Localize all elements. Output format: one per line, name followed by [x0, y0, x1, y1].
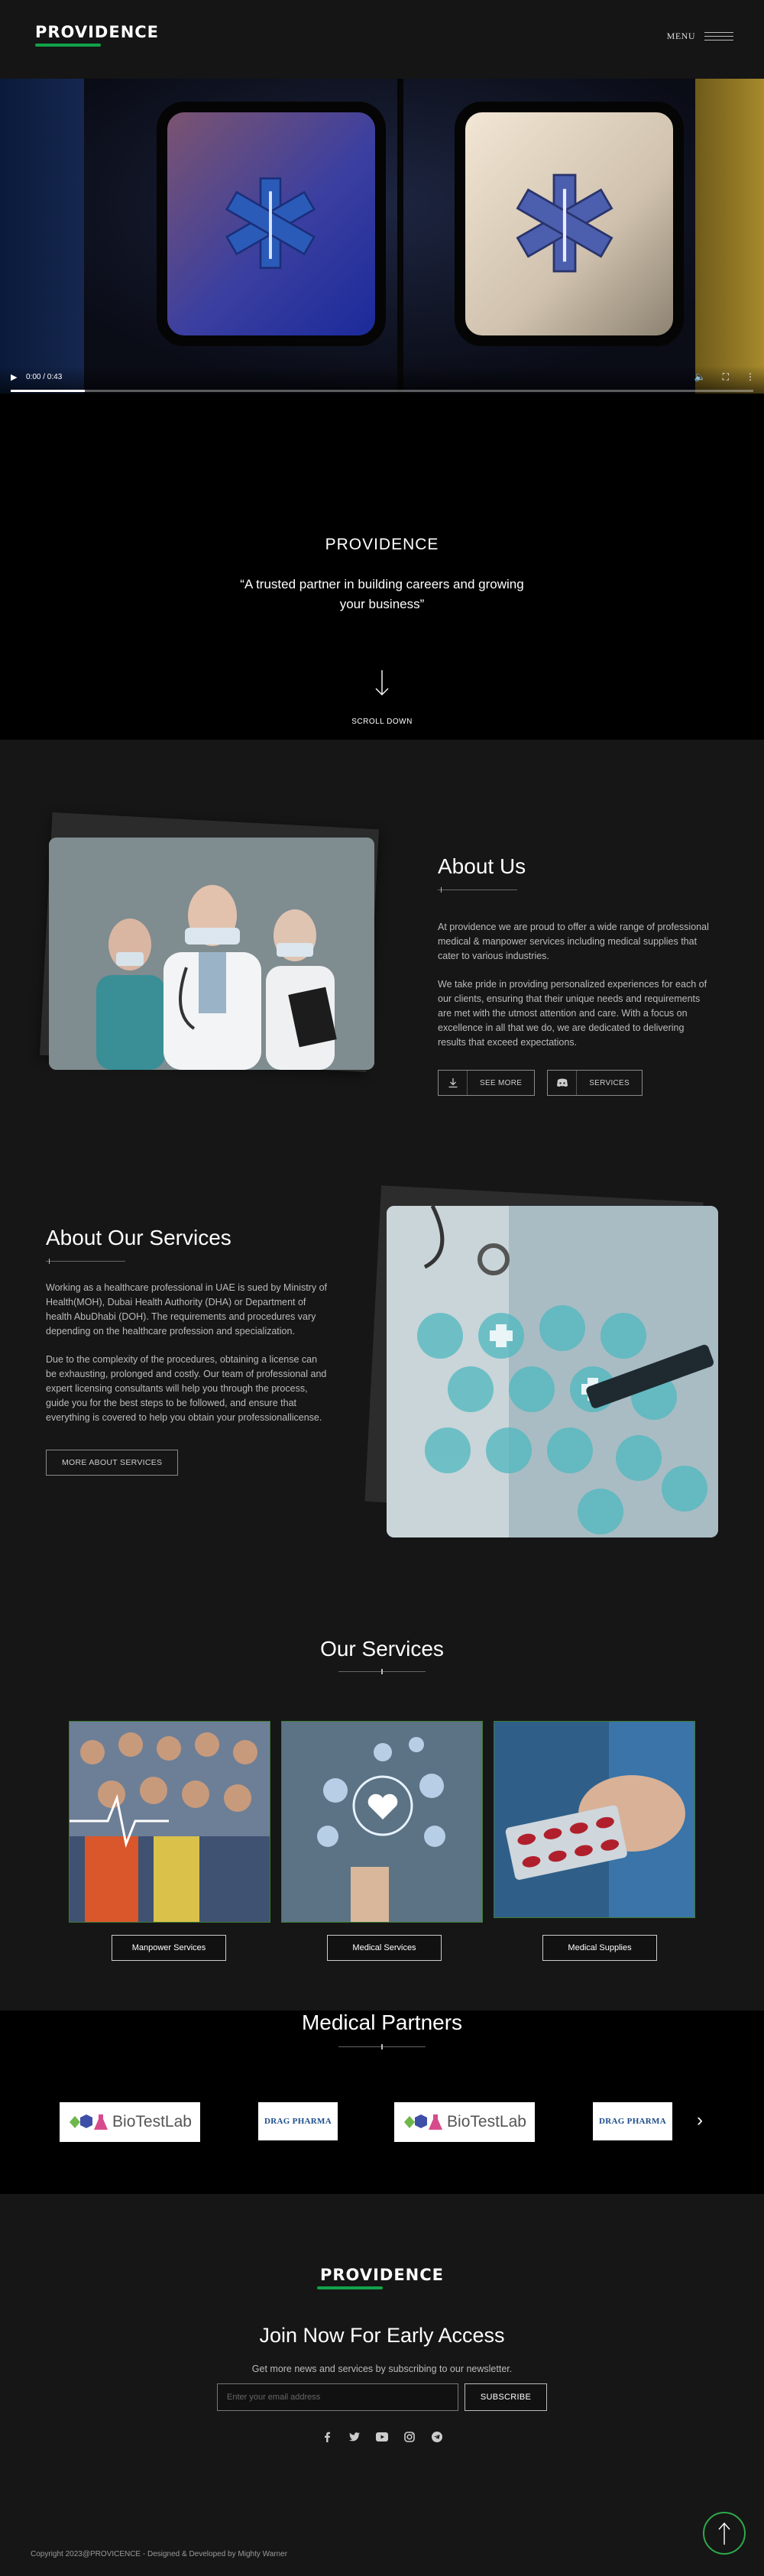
- footer-logo[interactable]: PROVIDENCE: [0, 2266, 764, 2289]
- arrow-down-icon[interactable]: [373, 670, 391, 696]
- title-divider: [46, 1259, 125, 1264]
- brand-underline: [317, 2286, 383, 2289]
- menu-label: MENU: [666, 31, 695, 41]
- drag-pharma-logo[interactable]: DRAG PHARMA: [258, 2102, 338, 2140]
- brand-underline: [35, 44, 101, 47]
- site-header: PROVIDENCE MENU: [0, 0, 764, 79]
- brand-logo[interactable]: PROVIDENCE: [35, 23, 159, 47]
- partner-name: BioTestLab: [447, 2113, 526, 2130]
- partners-section: Medical Partners BioTestLab DRAG PHARMA …: [0, 2011, 764, 2194]
- about-paragraph: At providence we are proud to offer a wi…: [438, 922, 709, 961]
- instagram-icon[interactable]: [403, 2431, 416, 2443]
- brand-name: PROVIDENCE: [35, 23, 160, 41]
- download-icon: [439, 1071, 468, 1095]
- about-section: About Us At providence we are proud to o…: [0, 740, 764, 1168]
- facebook-icon[interactable]: [321, 2431, 333, 2443]
- intro-quote: “A trusted partner in building careers a…: [240, 577, 524, 611]
- medical-supplies-card[interactable]: [494, 1721, 695, 1918]
- title-divider: [338, 2044, 426, 2049]
- medical-services-card[interactable]: [281, 1721, 483, 1923]
- fullscreen-icon[interactable]: ⛶: [723, 371, 729, 383]
- site-footer: PROVIDENCE Join Now For Early Access Get…: [0, 2194, 764, 2576]
- copyright-text: Copyright 2023@PROVICENCE - Designed & D…: [31, 2550, 288, 2558]
- subscribe-button[interactable]: SUBSCRIBE: [465, 2383, 547, 2411]
- twitter-icon[interactable]: [348, 2431, 361, 2443]
- more-about-services-button[interactable]: MORE ABOUT SERVICES: [46, 1450, 179, 1476]
- medical-icons-image: [387, 1206, 718, 1537]
- video-progress-fill: [11, 390, 86, 392]
- services-button[interactable]: SERVICES: [547, 1070, 643, 1096]
- medical-services-button[interactable]: Medical Services: [327, 1935, 442, 1961]
- scroll-down-link[interactable]: SCROLL DOWN: [0, 718, 764, 726]
- intro-section: PROVIDENCE “A trusted partner in buildin…: [0, 394, 764, 740]
- video-progress-bar[interactable]: [11, 390, 753, 392]
- arrow-up-icon: [718, 2522, 730, 2545]
- partner-name: DRAG PHARMA: [599, 2117, 666, 2126]
- window-divider: [397, 79, 403, 394]
- ambulance-window-left: [157, 102, 386, 346]
- see-more-button[interactable]: SEE MORE: [438, 1070, 536, 1096]
- menu-button[interactable]: MENU: [667, 31, 733, 42]
- telegram-icon[interactable]: [431, 2431, 443, 2443]
- video-scene-left: [0, 79, 84, 394]
- chevron-right-icon[interactable]: ›: [697, 2110, 703, 2131]
- footer-brand-name: PROVIDENCE: [319, 2266, 445, 2284]
- about-services-text: About Our Services Working as a healthca…: [46, 1226, 329, 1476]
- about-paragraph: We take pride in providing personalized …: [438, 979, 707, 1048]
- biotestlab-mark-icon: [70, 2114, 108, 2130]
- doctors-image: [49, 838, 374, 1070]
- about-services-paragraph: Due to the complexity of the procedures,…: [46, 1354, 327, 1423]
- hero-video[interactable]: ▶ 0:00 / 0:43 🔈 ⛶ ⋮: [0, 79, 764, 394]
- email-input[interactable]: [217, 2383, 458, 2411]
- youtube-icon[interactable]: [376, 2431, 388, 2443]
- discord-icon: [548, 1071, 578, 1095]
- title-divider: [438, 887, 517, 893]
- hamburger-icon: [704, 32, 733, 41]
- volume-icon[interactable]: 🔈: [694, 371, 706, 383]
- biotestlab-mark-icon: [404, 2114, 443, 2130]
- video-time: 0:00 / 0:43: [26, 373, 63, 381]
- join-subtitle: Get more news and services by subscribin…: [251, 2364, 513, 2374]
- back-to-top-button[interactable]: [703, 2512, 746, 2555]
- partners-title: Medical Partners: [301, 2011, 463, 2034]
- intro-title: PROVIDENCE: [325, 536, 439, 553]
- biotestlab-logo[interactable]: BioTestLab: [394, 2102, 535, 2142]
- about-services-section: About Our Services Working as a healthca…: [0, 1168, 764, 1586]
- services-label: SERVICES: [589, 1078, 630, 1087]
- manpower-services-button[interactable]: Manpower Services: [112, 1935, 226, 1961]
- star-of-life-icon: [225, 177, 316, 269]
- drag-pharma-logo[interactable]: DRAG PHARMA: [593, 2102, 672, 2140]
- our-services-title: Our Services: [320, 1637, 444, 1661]
- social-links: [0, 2431, 764, 2443]
- see-more-label: SEE MORE: [480, 1078, 523, 1087]
- title-divider: [338, 1669, 426, 1674]
- join-title: Join Now For Early Access: [259, 2324, 505, 2347]
- video-scene-right: [695, 79, 764, 394]
- star-of-life-icon: [516, 173, 613, 273]
- play-icon[interactable]: ▶: [11, 372, 17, 382]
- ambulance-window-right: [455, 102, 684, 346]
- partner-name: BioTestLab: [112, 2113, 192, 2130]
- medical-supplies-button[interactable]: Medical Supplies: [542, 1935, 657, 1961]
- about-text-block: About Us At providence we are proud to o…: [438, 854, 714, 1096]
- our-services-section: Our Services Manpower Services Medical S…: [0, 1586, 764, 2011]
- about-services-title: About Our Services: [46, 1226, 231, 1249]
- partner-name: DRAG PHARMA: [264, 2117, 332, 2126]
- video-controls: ▶ 0:00 / 0:43 🔈 ⛶ ⋮: [0, 366, 764, 394]
- more-icon[interactable]: ⋮: [746, 371, 755, 383]
- about-title: About Us: [438, 854, 526, 878]
- biotestlab-logo[interactable]: BioTestLab: [60, 2102, 200, 2142]
- manpower-services-card[interactable]: [69, 1721, 270, 1923]
- about-services-paragraph: Working as a healthcare professional in …: [46, 1282, 327, 1337]
